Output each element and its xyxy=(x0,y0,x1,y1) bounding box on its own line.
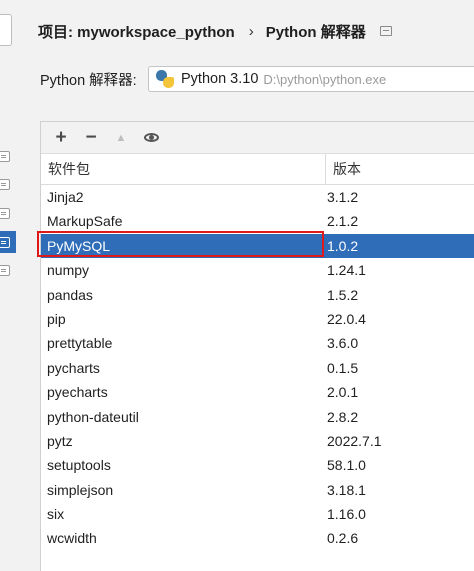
table-row[interactable]: wcwidth 0.2.6 xyxy=(41,526,474,550)
remove-package-button[interactable]: − xyxy=(80,127,102,149)
table-row[interactable]: PyMySQL 1.0.2 xyxy=(37,230,474,259)
package-version: 3.18.1 xyxy=(327,481,366,498)
column-header-package[interactable]: 软件包 xyxy=(48,154,90,184)
upgrade-package-button[interactable]: ▲ xyxy=(110,127,132,149)
package-name: pytz xyxy=(47,432,73,449)
table-row[interactable]: prettytable 3.6.0 xyxy=(41,331,474,355)
package-name: numpy xyxy=(47,262,90,279)
package-version: 2.8.2 xyxy=(327,408,359,425)
add-package-button[interactable]: + xyxy=(50,127,72,149)
package-name: pyecharts xyxy=(47,384,108,401)
table-row[interactable]: numpy 1.24.1 xyxy=(41,258,474,282)
interpreter-name: Python 3.10 xyxy=(181,71,259,87)
packages-table-header: 软件包 版本 xyxy=(41,154,474,185)
packages-panel: + − ▲ 软件包 版本 Jinja2 3.1.2 MarkupSafe 2.1.2 P… xyxy=(37,121,474,571)
table-row[interactable]: pandas 1.5.2 xyxy=(41,283,474,307)
settings-search-input[interactable] xyxy=(0,14,12,46)
package-name: pip xyxy=(47,310,66,327)
breadcrumb-separator: › xyxy=(248,22,254,40)
settings-sidebar xyxy=(0,0,20,571)
package-version: 2.0.1 xyxy=(327,384,359,401)
python-icon xyxy=(156,70,174,88)
settings-page-icon[interactable] xyxy=(0,208,10,219)
column-header-version[interactable]: 版本 xyxy=(333,154,361,184)
cell-divider xyxy=(323,237,324,254)
package-name: Jinja2 xyxy=(47,189,84,205)
interpreter-select[interactable]: Python 3.10 D:\python\python.exe xyxy=(148,66,474,92)
table-row[interactable]: python-dateutil 2.8.2 xyxy=(41,405,474,429)
package-name: MarkupSafe xyxy=(47,213,123,230)
package-version: 58.1.0 xyxy=(327,457,366,474)
package-name: pycharts xyxy=(47,359,100,376)
settings-page-icon[interactable] xyxy=(0,179,10,190)
project-scope-icon xyxy=(379,26,392,36)
package-version: 1.0.2 xyxy=(327,237,359,254)
package-version: 22.0.4 xyxy=(327,310,366,327)
table-row[interactable]: pytz 2022.7.1 xyxy=(41,429,474,453)
package-name: PyMySQL xyxy=(47,237,111,254)
package-name: setuptools xyxy=(47,457,111,474)
table-row[interactable]: MarkupSafe 2.1.2 xyxy=(41,209,474,233)
settings-page-icon[interactable] xyxy=(0,151,10,162)
package-version: 2022.7.1 xyxy=(327,432,382,449)
package-version: 3.1.2 xyxy=(327,189,359,205)
settings-page-icon[interactable] xyxy=(0,265,10,276)
table-row[interactable]: pyecharts 2.0.1 xyxy=(41,380,474,404)
package-version: 0.1.5 xyxy=(327,359,359,376)
package-version: 1.24.1 xyxy=(327,262,366,279)
table-row[interactable]: six 1.16.0 xyxy=(41,502,474,526)
table-row[interactable]: pip 22.0.4 xyxy=(41,307,474,331)
column-divider[interactable] xyxy=(325,154,326,184)
settings-page-icon xyxy=(0,237,10,248)
package-name: python-dateutil xyxy=(47,408,139,425)
package-version: 2.1.2 xyxy=(327,213,359,230)
package-name: pandas xyxy=(47,286,93,303)
table-row[interactable]: pycharts 0.1.5 xyxy=(41,356,474,380)
breadcrumb-project[interactable]: 项目: myworkspace_python xyxy=(38,21,235,42)
package-version: 1.5.2 xyxy=(327,286,359,303)
package-name: prettytable xyxy=(47,335,113,352)
breadcrumb-page: Python 解释器 xyxy=(265,23,366,41)
sidebar-item-python-interpreter[interactable] xyxy=(0,231,16,253)
package-name: wcwidth xyxy=(47,530,97,547)
table-row[interactable]: setuptools 58.1.0 xyxy=(41,453,474,477)
package-name: simplejson xyxy=(47,481,114,498)
packages-table-body: Jinja2 3.1.2 MarkupSafe 2.1.2 PyMySQL 1.0.2 nu… xyxy=(37,185,474,551)
eye-icon xyxy=(143,133,159,142)
show-early-releases-button[interactable] xyxy=(140,127,162,149)
package-version: 3.6.0 xyxy=(327,335,359,352)
package-name: six xyxy=(47,506,65,523)
packages-toolbar: + − ▲ xyxy=(41,122,474,154)
package-version: 1.16.0 xyxy=(327,506,366,523)
interpreter-label: Python 解释器: xyxy=(40,73,137,89)
table-row[interactable]: Jinja2 3.1.2 xyxy=(41,185,474,209)
package-version: 0.2.6 xyxy=(327,530,359,547)
table-row[interactable]: simplejson 3.18.1 xyxy=(41,478,474,502)
interpreter-path: D:\python\python.exe xyxy=(263,71,387,87)
breadcrumb: 项目: myworkspace_python › Python 解释器 xyxy=(38,19,392,43)
